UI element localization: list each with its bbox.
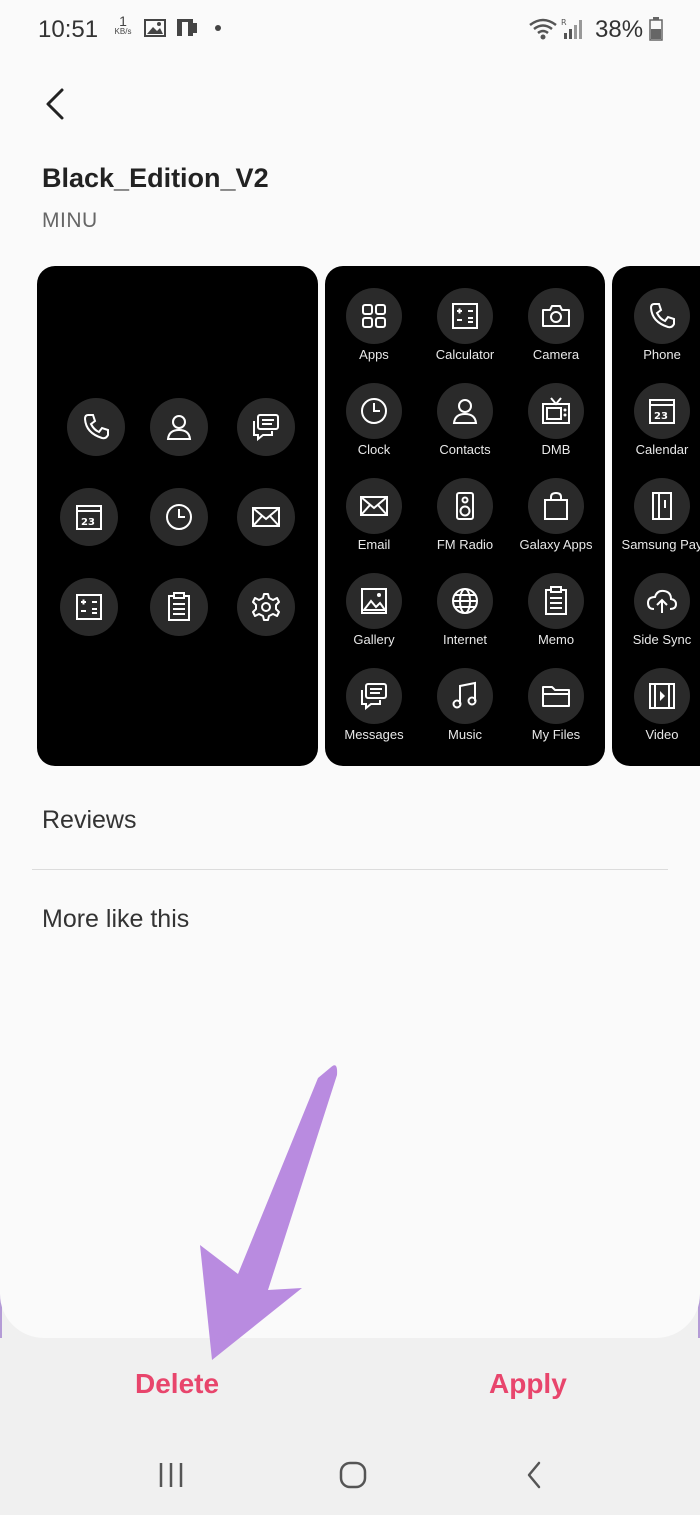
- app-label: Apps: [359, 347, 389, 362]
- shopping-bag-icon: [528, 478, 584, 534]
- home-icon[interactable]: [333, 1455, 373, 1495]
- app-notification-icon: [177, 19, 197, 36]
- wifi-icon: [529, 18, 557, 40]
- svg-text:23: 23: [654, 411, 668, 422]
- apps-grid-icon: [346, 288, 402, 344]
- cloud-upload-icon: [634, 573, 690, 629]
- theme-author: MINU: [42, 209, 98, 232]
- section-divider: [32, 869, 668, 870]
- app-memo: Memo: [511, 573, 601, 663]
- preview-app-drawer[interactable]: Apps Calculator Camera Clock Contacts DM…: [325, 266, 605, 766]
- network-speed: 1 KB/s: [110, 14, 136, 36]
- status-time: 10:51: [38, 16, 99, 43]
- network-speed-value: 1: [119, 13, 127, 29]
- app-label: Email: [357, 537, 391, 552]
- app-calculator: Calculator: [420, 288, 510, 378]
- app-label: Galaxy Apps: [519, 537, 593, 552]
- app-label: Phone: [643, 347, 681, 362]
- app-dmb: DMB: [511, 383, 601, 473]
- phone-icon: [634, 288, 690, 344]
- app-label: Messages: [344, 727, 404, 742]
- app-label: Music: [448, 727, 482, 742]
- apply-button[interactable]: Apply: [489, 1368, 567, 1400]
- memo-icon: [150, 578, 208, 636]
- app-label: Gallery: [353, 632, 395, 647]
- clock-icon: [346, 383, 402, 439]
- app-label: Internet: [442, 632, 488, 647]
- app-label: My Files: [531, 727, 581, 742]
- more-notifications-dot-icon: [215, 25, 221, 31]
- app-label: Contacts: [439, 442, 491, 457]
- app-label: Memo: [537, 632, 575, 647]
- recent-apps-icon[interactable]: [151, 1455, 191, 1495]
- radio-speaker-icon: [437, 478, 493, 534]
- app-clock: Clock: [329, 383, 419, 473]
- app-label: FM Radio: [436, 537, 494, 552]
- signal-icon: R: [561, 18, 582, 39]
- app-side-sync: Side Sync: [617, 573, 700, 663]
- settings-gear-icon: [237, 578, 295, 636]
- calculator-icon: [437, 288, 493, 344]
- email-icon: [346, 478, 402, 534]
- folder-icon: [528, 668, 584, 724]
- app-label: Calendar: [635, 442, 689, 457]
- svg-text:23: 23: [81, 517, 95, 528]
- app-gallery: Gallery: [329, 573, 419, 663]
- app-samsung-pay: Samsung Pay: [617, 478, 700, 568]
- app-label: Calculator: [435, 347, 495, 362]
- status-bar: 10:51 1 KB/s R 38%: [0, 0, 700, 62]
- battery-percent: 38%: [595, 16, 644, 43]
- app-fm-radio: FM Radio: [420, 478, 510, 568]
- app-my-files: My Files: [511, 668, 601, 758]
- contacts-icon: [437, 383, 493, 439]
- calculator-icon: [60, 578, 118, 636]
- app-video: Video: [617, 668, 700, 758]
- app-label: Video: [645, 727, 679, 742]
- app-label: Samsung Pay: [621, 537, 700, 552]
- app-messages: Messages: [329, 668, 419, 758]
- globe-icon: [437, 573, 493, 629]
- preview-app-drawer-2[interactable]: Phone 23 Calendar Samsung Pay Side Sync …: [612, 266, 700, 766]
- contacts-icon: [150, 398, 208, 456]
- more-like-this-header[interactable]: More like this: [42, 905, 189, 934]
- tv-icon: [528, 383, 584, 439]
- messages-icon: [237, 398, 295, 456]
- app-contacts: Contacts: [420, 383, 510, 473]
- back-nav-icon[interactable]: [515, 1455, 555, 1495]
- phone-icon: [67, 398, 125, 456]
- email-icon: [237, 488, 295, 546]
- back-arrow-icon[interactable]: [36, 82, 76, 126]
- app-label: Clock: [357, 442, 391, 457]
- theme-title: Black_Edition_V2: [42, 163, 269, 193]
- reviews-link[interactable]: Reviews: [42, 806, 136, 835]
- app-label: DMB: [541, 442, 571, 457]
- messages-icon: [346, 668, 402, 724]
- camera-icon: [528, 288, 584, 344]
- app-phone: Phone: [617, 288, 700, 378]
- app-music: Music: [420, 668, 510, 758]
- calendar-icon: 23: [60, 488, 118, 546]
- app-camera: Camera: [511, 288, 601, 378]
- calendar-icon: 23: [634, 383, 690, 439]
- app-internet: Internet: [420, 573, 510, 663]
- network-speed-unit: KB/s: [114, 27, 132, 36]
- clock-icon: [150, 488, 208, 546]
- delete-button[interactable]: Delete: [135, 1368, 219, 1400]
- music-note-icon: [437, 668, 493, 724]
- app-email: Email: [329, 478, 419, 568]
- image-notification-icon: [144, 19, 166, 37]
- film-icon: [634, 668, 690, 724]
- battery-icon: [649, 17, 663, 41]
- app-apps: Apps: [329, 288, 419, 378]
- app-calendar: 23 Calendar: [617, 383, 700, 473]
- app-label: Side Sync: [632, 632, 692, 647]
- preview-home-screen[interactable]: 23: [37, 266, 318, 766]
- app-label: Camera: [532, 347, 580, 362]
- memo-icon: [528, 573, 584, 629]
- gallery-icon: [346, 573, 402, 629]
- svg-text:R: R: [561, 18, 567, 27]
- card-icon: [634, 478, 690, 534]
- app-galaxy-apps: Galaxy Apps: [511, 478, 601, 568]
